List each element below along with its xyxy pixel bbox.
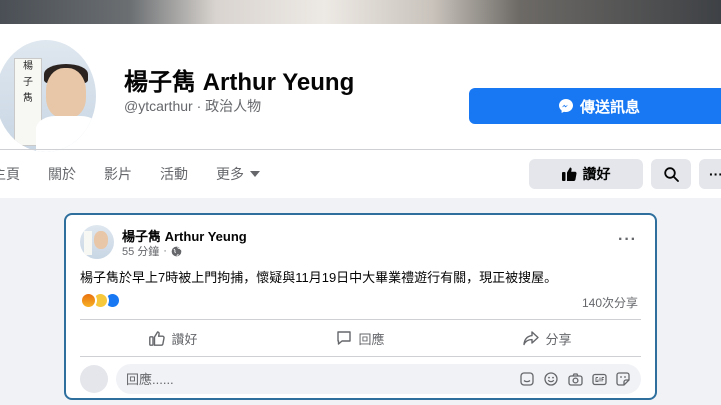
- page-handle: @ytcarthur: [124, 98, 193, 114]
- post-timestamp[interactable]: 55 分鐘: [122, 243, 159, 259]
- more-options-button[interactable]: ···: [699, 159, 721, 189]
- angry-reaction-icon: [80, 292, 97, 309]
- page-tabs: 主頁 關於 影片 活動 更多: [0, 164, 274, 184]
- like-page-button[interactable]: 讚好: [529, 159, 643, 189]
- page-title: 楊子雋 Arthur Yeung: [124, 69, 355, 96]
- post-divider: [80, 319, 641, 320]
- post-comment-button[interactable]: 回應: [267, 325, 454, 351]
- share-count[interactable]: 140次分享: [582, 294, 638, 311]
- post-author-avatar[interactable]: [80, 225, 114, 259]
- comment-icon: [337, 331, 352, 345]
- messenger-icon: [558, 99, 573, 113]
- more-dots-icon: ···: [709, 166, 721, 182]
- gif-icon[interactable]: [591, 371, 607, 387]
- comment-input[interactable]: [126, 371, 426, 387]
- profile-header: 楊 子 雋 楊子雋 Arthur Yeung @ytcarthur · 政治人物…: [0, 24, 721, 198]
- tab-more[interactable]: 更多: [202, 164, 274, 184]
- tab-home[interactable]: 主頁: [0, 164, 34, 184]
- post-options-button[interactable]: ···: [618, 231, 637, 249]
- post-actions: 讚好 回應 分享: [80, 325, 641, 351]
- share-icon: [523, 330, 540, 345]
- post-body-text: 楊子雋於早上7時被上門拘捕，懷疑與11月19日中大畢業禮遊行有關，現正被搜屋。: [80, 270, 558, 285]
- camera-icon[interactable]: [567, 371, 583, 387]
- sticker-icon[interactable]: [519, 371, 535, 387]
- thumbs-up-icon: [149, 330, 166, 346]
- post-meta: 55 分鐘 ·: [122, 243, 182, 259]
- comment-composer: [80, 364, 641, 394]
- cover-photo: [0, 0, 721, 24]
- send-message-button[interactable]: 傳送訊息: [469, 88, 721, 124]
- profile-avatar[interactable]: 楊 子 雋: [0, 36, 100, 156]
- search-button[interactable]: [651, 159, 691, 189]
- reaction-summary[interactable]: [80, 292, 121, 309]
- chevron-down-icon: [250, 171, 260, 177]
- emoji-icon[interactable]: [543, 371, 559, 387]
- globe-icon: [171, 246, 182, 256]
- header-divider: [0, 149, 721, 150]
- post-like-button[interactable]: 讚好: [80, 325, 267, 351]
- page-category[interactable]: 政治人物: [205, 98, 261, 114]
- post-share-button[interactable]: 分享: [454, 325, 641, 351]
- post-divider: [80, 356, 641, 357]
- avatar-sticker-icon[interactable]: [615, 371, 631, 387]
- thumbs-up-icon: [561, 167, 577, 181]
- post-card: 楊子雋 Arthur Yeung 55 分鐘 · ··· 楊子雋於早上7時被上門…: [64, 213, 657, 400]
- tab-videos[interactable]: 影片: [90, 164, 146, 184]
- tab-about[interactable]: 關於: [34, 164, 90, 184]
- search-icon: [663, 166, 679, 182]
- more-dots-icon: ···: [618, 231, 637, 248]
- tab-events[interactable]: 活動: [146, 164, 202, 184]
- avatar: [80, 365, 108, 393]
- page-handle-row: @ytcarthur · 政治人物: [124, 98, 262, 114]
